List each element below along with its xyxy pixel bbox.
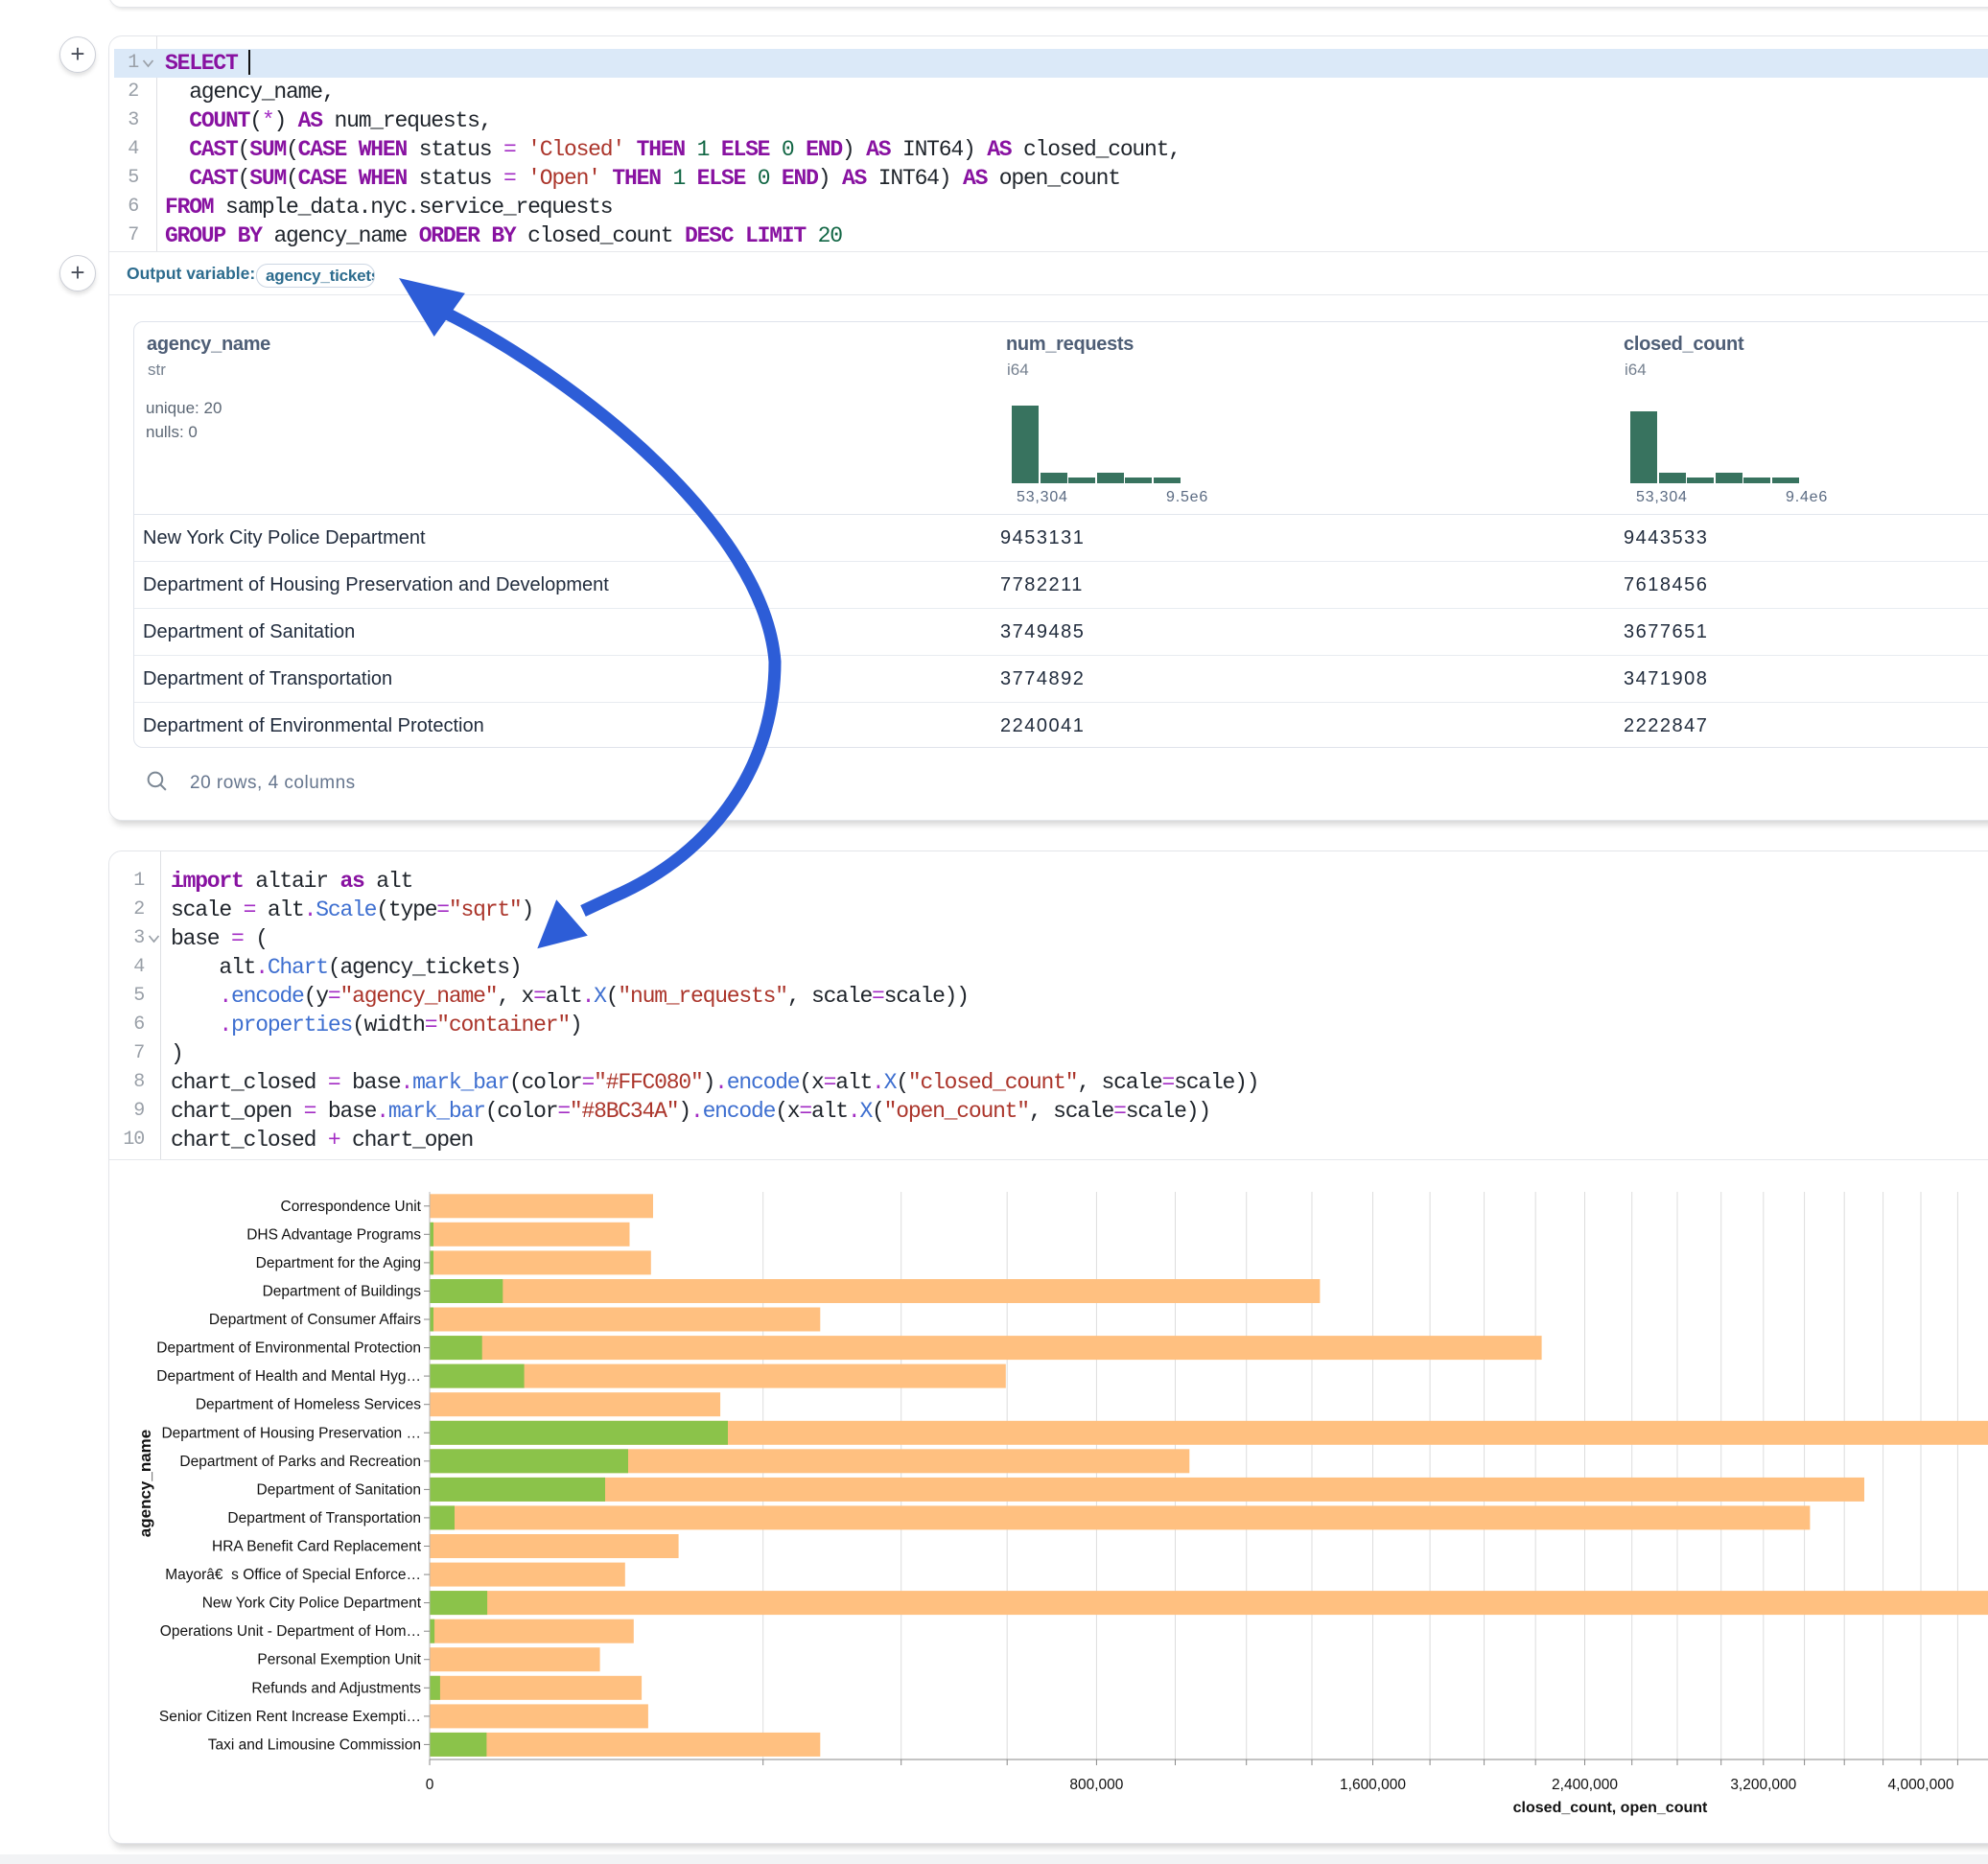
svg-text:Refunds and Adjustments: Refunds and Adjustments — [251, 1680, 421, 1696]
svg-text:Department of Consumer Affairs: Department of Consumer Affairs — [209, 1312, 421, 1328]
svg-text:Mayorâ€ s Office of Special E: Mayorâ€ s Office of Special Enforce… — [165, 1567, 421, 1583]
svg-text:Department of Homeless Service: Department of Homeless Services — [196, 1397, 421, 1413]
svg-text:Personal Exemption Unit: Personal Exemption Unit — [257, 1652, 421, 1668]
svg-text:Department for the Aging: Department for the Aging — [256, 1255, 421, 1271]
svg-text:3,200,000: 3,200,000 — [1730, 1777, 1796, 1793]
svg-text:2,400,000: 2,400,000 — [1552, 1777, 1618, 1793]
svg-text:1,600,000: 1,600,000 — [1340, 1777, 1406, 1793]
svg-text:4,000,000: 4,000,000 — [1888, 1777, 1954, 1793]
svg-text:Department of Health and Menta: Department of Health and Mental Hyg… — [156, 1368, 421, 1385]
svg-text:DHS Advantage Programs: DHS Advantage Programs — [246, 1226, 421, 1243]
svg-text:Correspondence Unit: Correspondence Unit — [281, 1199, 422, 1215]
svg-text:agency_name: agency_name — [136, 1430, 154, 1537]
svg-text:Department of Transportation: Department of Transportation — [227, 1510, 421, 1526]
svg-text:Senior Citizen Rent Increase E: Senior Citizen Rent Increase Exempti… — [159, 1709, 421, 1725]
svg-text:0: 0 — [426, 1777, 434, 1793]
svg-text:Department of Sanitation: Department of Sanitation — [257, 1481, 421, 1498]
svg-text:Department of Parks and Recrea: Department of Parks and Recreation — [179, 1454, 421, 1470]
svg-text:New York City Police Departmen: New York City Police Department — [202, 1596, 422, 1612]
svg-text:Taxi and Limousine Commission: Taxi and Limousine Commission — [208, 1736, 421, 1753]
svg-text:closed_count, open_count: closed_count, open_count — [1513, 1800, 1708, 1816]
svg-text:HRA Benefit Card Replacement: HRA Benefit Card Replacement — [212, 1539, 422, 1555]
svg-text:Department of Environmental Pr: Department of Environmental Protection — [156, 1340, 421, 1357]
svg-text:Operations Unit - Department o: Operations Unit - Department of Hom… — [160, 1623, 421, 1640]
svg-text:800,000: 800,000 — [1069, 1777, 1123, 1793]
svg-text:Department of Housing Preserva: Department of Housing Preservation … — [161, 1425, 421, 1441]
svg-text:Department of Buildings: Department of Buildings — [263, 1284, 422, 1300]
